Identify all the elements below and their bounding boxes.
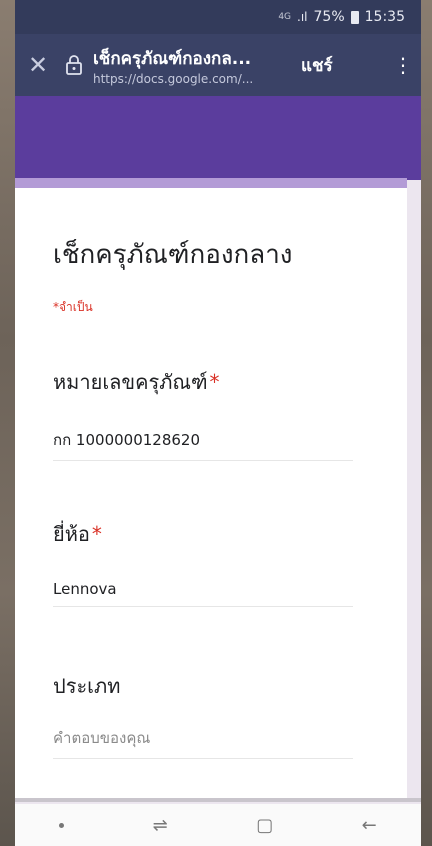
scroll-edge [15,798,421,802]
page-url: https://docs.google.com/... [93,71,254,86]
brand-input[interactable]: Lennova [53,580,353,607]
type-input[interactable]: คำตอบของคุณ [53,726,353,759]
question-label-brand: ยี่ห้อ * [53,518,102,550]
form-header-banner [15,96,421,180]
page-title-area[interactable]: เช็กครุภัณฑ์กองกล... https://docs.google… [93,45,283,86]
question-label-type: ประเภท [53,670,120,702]
share-button[interactable]: แชร์ [301,52,333,79]
form-title: เช็กครุภัณฑ์กองกลาง [53,240,293,270]
question-text: หมายเลขครุภัณฑ์ [53,370,208,394]
browser-toolbar: ✕ เช็กครุภัณฑ์กองกล... https://docs.goog… [15,34,421,96]
back-icon[interactable]: ← [362,815,377,836]
form-card: เช็กครุภัณฑ์กองกลาง *จำเป็น หมายเลขครุภั… [15,188,407,798]
network-indicator: 4G [278,12,292,22]
question-text: ประเภท [53,674,121,698]
question-text: ยี่ห้อ [53,522,90,546]
android-nav-bar: ⇌ ▢ ← [15,804,421,846]
required-note: *จำเป็น [53,300,93,314]
status-bar: 4G .ıl 75% 15:35 [15,0,421,34]
home-icon[interactable]: ▢ [256,815,273,836]
battery-icon [350,10,359,24]
more-menu-icon[interactable]: ⋮ [385,53,421,77]
signal-icon: .ıl [297,10,308,24]
recent-apps-icon[interactable]: ⇌ [153,815,168,836]
clock: 15:35 [364,9,405,25]
lock-icon[interactable] [61,52,87,78]
asset-number-input[interactable]: กก 1000000128620 [53,428,353,461]
nav-dot-icon [59,822,65,828]
required-star: * [209,370,220,394]
card-accent-bar [15,178,407,188]
required-star: * [91,522,102,546]
close-icon[interactable]: ✕ [15,51,61,79]
question-label-asset-number: หมายเลขครุภัณฑ์ * [53,366,220,398]
phone-screen: 4G .ıl 75% 15:35 ✕ เช็กครุภัณฑ์กองกล... … [15,0,421,846]
battery-percent: 75% [313,9,345,25]
page-title: เช็กครุภัณฑ์กองกล... [93,48,252,69]
